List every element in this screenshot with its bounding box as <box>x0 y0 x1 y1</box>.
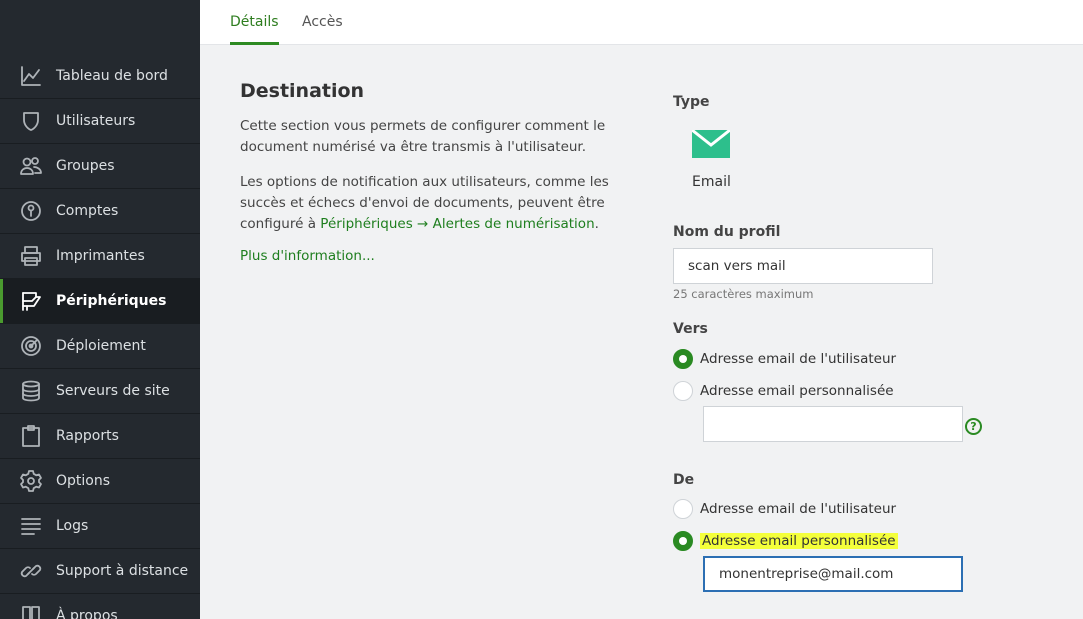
more-info-link[interactable]: Plus d'information... <box>240 248 375 264</box>
sidebar-item-label: Tableau de bord <box>56 68 168 84</box>
destination-description: Destination Cette section vous permets d… <box>240 80 650 264</box>
link-icon <box>18 558 44 584</box>
profile-name-label: Nom du profil <box>673 224 781 240</box>
sidebar-item-label: Serveurs de site <box>56 383 170 399</box>
sidebar-nav: Tableau de bord Utilisateurs Groupes Com… <box>0 54 200 619</box>
to-user-email-option[interactable]: Adresse email de l'utilisateur <box>673 342 896 375</box>
to-custom-email-label: Adresse email personnalisée <box>700 382 894 399</box>
to-custom-email-option[interactable]: Adresse email personnalisée <box>673 374 894 407</box>
profile-name-hint: 25 caractères maximum <box>673 287 814 301</box>
help-icon[interactable]: ? <box>965 418 982 435</box>
sidebar-item-groups[interactable]: Groupes <box>0 144 200 189</box>
tab-details[interactable]: Détails <box>230 0 279 45</box>
user-icon <box>18 108 44 134</box>
sidebar-item-remote-support[interactable]: Support à distance <box>0 549 200 594</box>
from-user-email-label: Adresse email de l'utilisateur <box>700 500 897 517</box>
from-custom-email-option[interactable]: Adresse email personnalisée <box>673 524 898 557</box>
tab-bar: Détails Accès <box>200 0 1083 45</box>
section-title: Destination <box>240 80 365 102</box>
to-custom-email-radio[interactable] <box>673 380 693 401</box>
notification-suffix: . <box>594 216 599 232</box>
from-label: De <box>673 472 695 488</box>
sidebar-item-deployment[interactable]: Déploiement <box>0 324 200 369</box>
users-icon <box>18 153 44 179</box>
scan-alerts-link[interactable]: Périphériques → Alertes de numérisation <box>320 216 594 232</box>
sidebar-item-label: Utilisateurs <box>56 113 136 129</box>
from-custom-email-label: Adresse email personnalisée <box>700 532 898 549</box>
notification-text: Les options de notification aux utilisat… <box>240 172 650 235</box>
intro-text: Cette section vous permets de configurer… <box>240 118 606 155</box>
type-option-email[interactable] <box>691 130 731 158</box>
sidebar-item-options[interactable]: Options <box>0 459 200 504</box>
from-user-email-option[interactable]: Adresse email de l'utilisateur <box>673 492 896 525</box>
sidebar-item-dashboard[interactable]: Tableau de bord <box>0 54 200 99</box>
book-icon <box>18 603 44 619</box>
sidebar-item-label: Logs <box>56 518 89 534</box>
to-user-email-radio[interactable] <box>673 348 693 369</box>
from-user-email-radio[interactable] <box>673 498 693 519</box>
envelope-icon <box>692 130 730 158</box>
sidebar-item-label: Comptes <box>56 203 119 219</box>
deploy-icon <box>18 333 44 359</box>
type-value: Email <box>692 174 731 190</box>
lines-icon <box>18 513 44 539</box>
sidebar-item-devices[interactable]: Périphériques <box>0 279 200 324</box>
to-user-email-label: Adresse email de l'utilisateur <box>700 350 897 367</box>
printer-icon <box>18 243 44 269</box>
sidebar-item-label: Groupes <box>56 158 115 174</box>
sidebar-item-site-servers[interactable]: Serveurs de site <box>0 369 200 414</box>
sidebar-item-label: Support à distance <box>56 563 189 579</box>
from-custom-email-input[interactable]: monentreprise@mail.com <box>703 556 963 592</box>
sidebar-item-about[interactable]: À propos <box>0 594 200 619</box>
destination-form: Type Email Nom du profil scan vers mail … <box>673 94 1073 592</box>
sidebar-item-label: Déploiement <box>56 338 146 354</box>
clipboard-icon <box>18 423 44 449</box>
database-icon <box>18 378 44 404</box>
to-label: Vers <box>673 321 708 337</box>
tab-access[interactable]: Accès <box>302 0 343 45</box>
chart-line-icon <box>18 63 44 89</box>
sidebar: Tableau de bord Utilisateurs Groupes Com… <box>0 0 200 619</box>
sidebar-item-label: À propos <box>56 608 118 619</box>
sidebar-item-label: Périphériques <box>56 293 167 309</box>
sidebar-item-accounts[interactable]: Comptes <box>0 189 200 234</box>
account-icon <box>18 198 44 224</box>
sidebar-item-reports[interactable]: Rapports <box>0 414 200 459</box>
to-custom-email-input[interactable] <box>703 406 963 442</box>
sidebar-item-printers[interactable]: Imprimantes <box>0 234 200 279</box>
sidebar-item-users[interactable]: Utilisateurs <box>0 99 200 144</box>
sidebar-item-label: Rapports <box>56 428 119 444</box>
device-icon <box>18 288 44 314</box>
profile-name-input[interactable]: scan vers mail <box>673 248 933 284</box>
from-custom-email-radio[interactable] <box>673 530 693 551</box>
sidebar-item-label: Options <box>56 473 111 489</box>
sidebar-item-logs[interactable]: Logs <box>0 504 200 549</box>
sidebar-item-label: Imprimantes <box>56 248 145 264</box>
type-label: Type <box>673 94 710 110</box>
gear-icon <box>18 468 44 494</box>
